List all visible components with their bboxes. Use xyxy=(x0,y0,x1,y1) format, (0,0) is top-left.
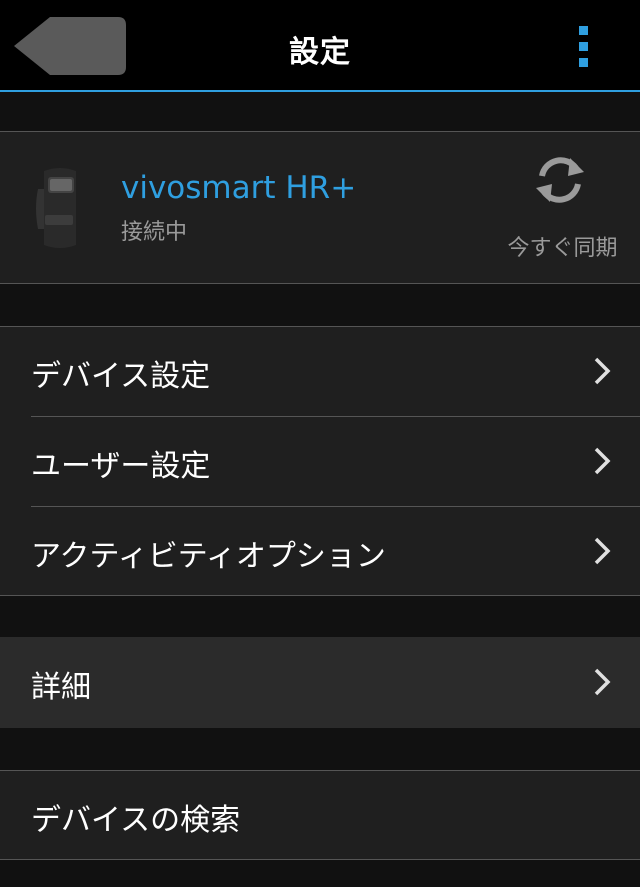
chevron-right-icon xyxy=(594,357,611,385)
app-header: 設定 xyxy=(0,0,640,92)
menu-item-advanced[interactable]: 詳細 xyxy=(0,638,640,727)
menu-item-device-settings[interactable]: デバイス設定 xyxy=(0,327,640,416)
menu-item-label: アクティビティオプション xyxy=(31,539,386,574)
advanced-menu-group: 詳細 xyxy=(0,637,640,728)
chevron-right-icon xyxy=(594,668,611,696)
more-vertical-icon-dot xyxy=(579,58,588,67)
smart-band-icon xyxy=(36,168,76,248)
device-status: 接続中 xyxy=(121,220,188,245)
menu-item-find-device[interactable]: デバイスの検索 xyxy=(0,771,640,860)
page-title: 設定 xyxy=(289,35,351,70)
menu-item-label: 詳細 xyxy=(31,670,91,705)
find-device-menu-group: デバイスの検索 xyxy=(0,770,640,860)
chevron-right-icon xyxy=(594,447,611,475)
menu-item-activity-options[interactable]: アクティビティオプション xyxy=(0,507,640,596)
more-vertical-icon-dot xyxy=(579,42,588,51)
chevron-right-icon xyxy=(594,537,611,565)
more-options-button[interactable] xyxy=(570,22,598,70)
more-vertical-icon xyxy=(579,26,588,35)
sync-icon xyxy=(536,157,584,203)
menu-item-label: デバイス設定 xyxy=(31,359,211,394)
device-name: vivosmart HR+ xyxy=(121,170,357,206)
sync-now-button[interactable]: 今すぐ同期 xyxy=(495,152,630,264)
sync-now-label: 今すぐ同期 xyxy=(507,236,618,261)
menu-item-label: ユーザー設定 xyxy=(31,449,211,484)
menu-item-label: デバイスの検索 xyxy=(31,803,241,838)
settings-menu-group: デバイス設定 ユーザー設定 アクティビティオプション xyxy=(0,326,640,596)
device-card: vivosmart HR+ 接続中 今すぐ同期 xyxy=(0,131,640,284)
menu-item-user-settings[interactable]: ユーザー設定 xyxy=(0,417,640,506)
